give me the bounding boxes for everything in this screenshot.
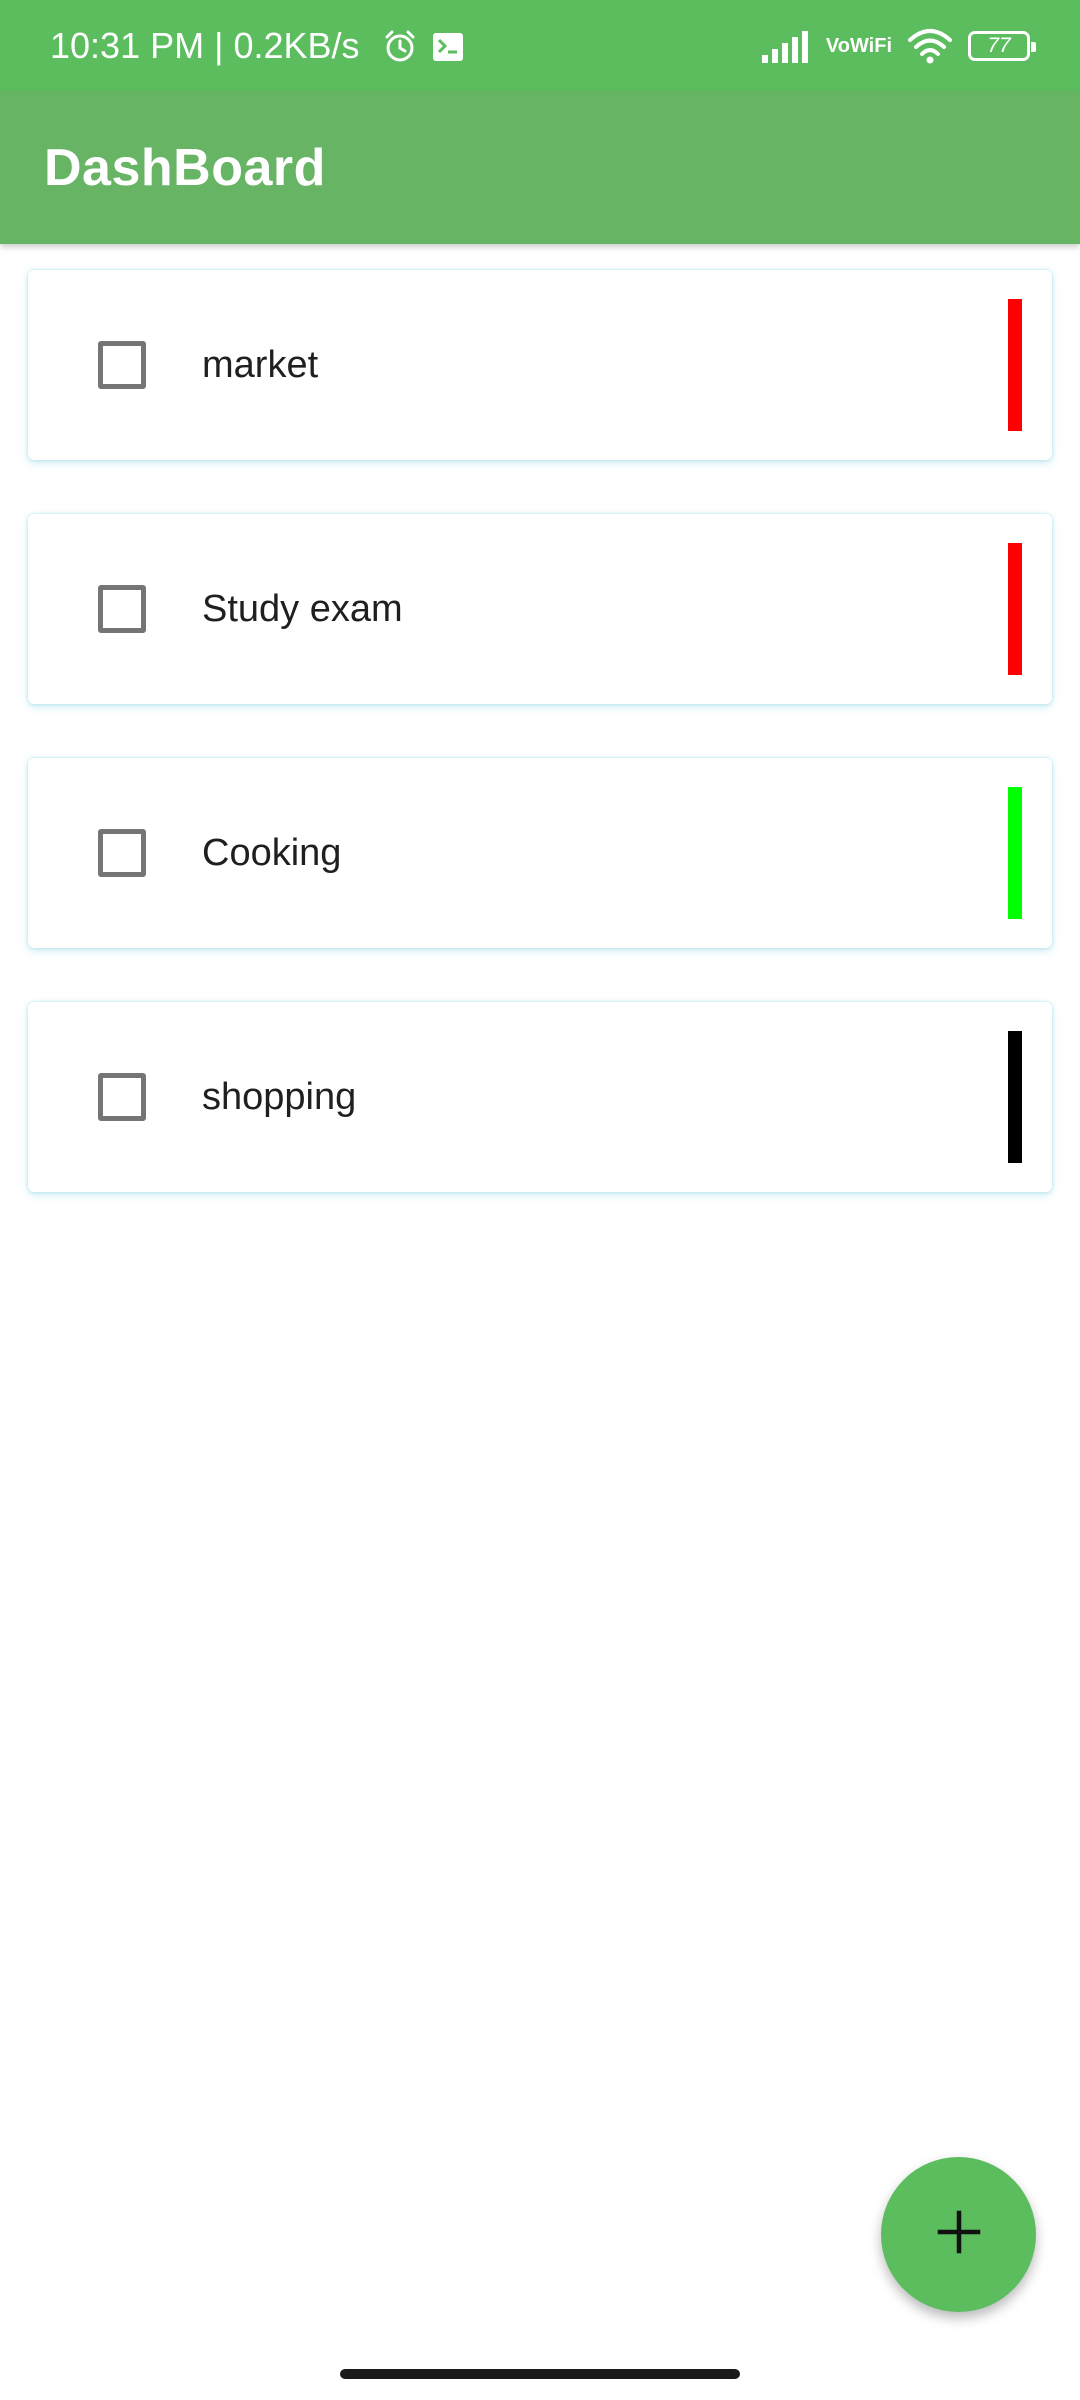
notification-app-icon bbox=[430, 28, 466, 64]
task-label: shopping bbox=[202, 1075, 357, 1118]
vowifi-icon: Vo WiFi bbox=[826, 36, 892, 56]
priority-indicator bbox=[1008, 299, 1022, 431]
battery-level: 77 bbox=[968, 30, 1036, 61]
task-card[interactable]: Cooking bbox=[28, 758, 1052, 948]
task-card[interactable]: market bbox=[28, 270, 1052, 460]
priority-indicator bbox=[1008, 787, 1022, 919]
priority-indicator bbox=[1008, 543, 1022, 675]
task-list: market Study exam Cooking shopping bbox=[28, 270, 1052, 1246]
task-checkbox[interactable] bbox=[98, 585, 146, 633]
task-checkbox[interactable] bbox=[98, 829, 146, 877]
task-checkbox[interactable] bbox=[98, 341, 146, 389]
status-bar: 10:31 PM | 0.2KB/s Vo WiFi 77 bbox=[0, 0, 1080, 91]
task-label: Cooking bbox=[202, 831, 342, 874]
add-task-button[interactable] bbox=[881, 2157, 1036, 2312]
wifi-icon bbox=[906, 28, 954, 64]
home-indicator[interactable] bbox=[340, 2369, 740, 2379]
plus-icon bbox=[934, 2207, 984, 2262]
battery-icon: 77 bbox=[968, 30, 1036, 61]
alarm-icon bbox=[382, 28, 418, 64]
app-bar: DashBoard bbox=[0, 91, 1080, 244]
priority-indicator bbox=[1008, 1031, 1022, 1163]
status-right: Vo WiFi 77 bbox=[746, 28, 1036, 64]
vowifi-top-label: Vo bbox=[825, 34, 850, 57]
task-label: market bbox=[202, 343, 319, 386]
task-label: Study exam bbox=[202, 587, 403, 630]
vowifi-bottom-label: WiFi bbox=[849, 34, 892, 57]
status-time: 10:31 PM | 0.2KB/s bbox=[50, 24, 360, 66]
signal-icon bbox=[760, 29, 812, 63]
page-title: DashBoard bbox=[44, 138, 326, 197]
task-card[interactable]: shopping bbox=[28, 1002, 1052, 1192]
status-left: 10:31 PM | 0.2KB/s bbox=[50, 25, 466, 67]
task-card[interactable]: Study exam bbox=[28, 514, 1052, 704]
task-checkbox[interactable] bbox=[98, 1073, 146, 1121]
